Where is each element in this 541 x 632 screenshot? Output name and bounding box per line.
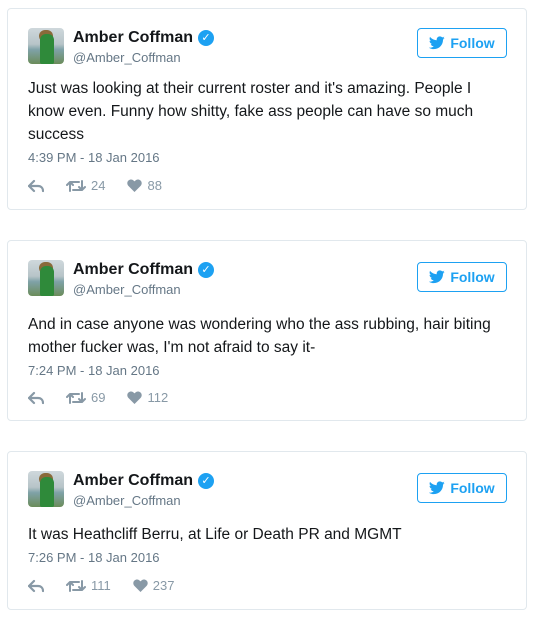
verified-badge-icon: ✓ [198,473,215,489]
like-count: 237 [152,578,175,593]
author-name[interactable]: Amber Coffman [73,29,193,47]
follow-button[interactable]: Follow [417,262,507,292]
tweet-timestamp[interactable]: 7:26 PM - 18 Jan 2016 [28,550,160,565]
verified-badge-icon: ✓ [198,30,215,46]
follow-button[interactable]: Follow [417,28,507,58]
tweet-card: Amber Coffman ✓ @Amber_Coffman Follow An… [7,240,527,421]
tweet-actions: 69 112 [28,390,190,405]
twitter-bird-icon [429,481,446,495]
retweet-button[interactable]: 111 [66,578,111,593]
follow-label: Follow [450,269,495,285]
reply-icon [28,579,44,592]
retweet-button[interactable]: 24 [66,178,105,193]
retweet-icon [66,579,86,592]
follow-label: Follow [450,35,495,51]
tweet-text: It was Heathcliff Berru, at Life or Deat… [28,526,402,543]
retweet-icon [66,391,86,404]
retweet-count: 111 [91,578,111,593]
author-name[interactable]: Amber Coffman [73,261,193,279]
like-count: 112 [147,390,169,405]
follow-button[interactable]: Follow [417,473,507,503]
reply-icon [28,179,44,192]
tweet-actions: 24 88 [28,178,184,193]
author-handle[interactable]: @Amber_Coffman [73,282,214,297]
heart-icon [127,179,143,192]
tweet-timestamp[interactable]: 4:39 PM - 18 Jan 2016 [28,150,160,165]
reply-button[interactable] [28,391,44,405]
like-button[interactable]: 88 [127,178,162,193]
retweet-count: 69 [91,390,106,405]
retweet-count: 24 [91,178,106,193]
retweet-icon [66,179,86,192]
tweet-timestamp[interactable]: 7:24 PM - 18 Jan 2016 [28,363,160,378]
tweet-text: And in case anyone was wondering who the… [28,316,491,356]
author-block: Amber Coffman ✓ @Amber_Coffman [73,472,215,508]
heart-icon [133,579,148,592]
avatar[interactable] [28,260,64,296]
tweet-text: Just was looking at their current roster… [28,80,474,143]
verified-badge-icon: ✓ [198,262,215,278]
like-button[interactable]: 112 [127,390,168,405]
twitter-bird-icon [429,36,446,50]
reply-button[interactable] [28,579,44,593]
heart-icon [127,391,143,404]
author-handle[interactable]: @Amber_Coffman [73,493,214,508]
like-button[interactable]: 237 [133,578,175,593]
tweet-card: Amber Coffman ✓ @Amber_Coffman Follow Ju… [7,8,527,210]
retweet-button[interactable]: 69 [66,390,105,405]
tweet-actions: 111 237 [28,578,196,593]
twitter-bird-icon [429,270,446,284]
reply-icon [28,391,44,404]
reply-button[interactable] [28,179,44,193]
avatar[interactable] [28,471,64,507]
author-handle[interactable]: @Amber_Coffman [73,50,214,65]
author-block: Amber Coffman ✓ @Amber_Coffman [73,29,215,65]
tweet-card: Amber Coffman ✓ @Amber_Coffman Follow It… [7,451,527,610]
follow-label: Follow [450,480,495,496]
like-count: 88 [147,178,162,193]
author-block: Amber Coffman ✓ @Amber_Coffman [73,261,215,297]
author-name[interactable]: Amber Coffman [73,472,193,490]
avatar[interactable] [28,28,64,64]
